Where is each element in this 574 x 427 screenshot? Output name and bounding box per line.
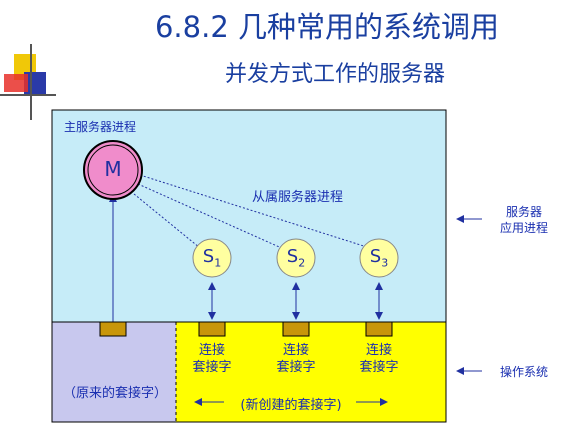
connection-socket-3-label: 连接 套接字 (359, 343, 399, 375)
connection-socket-2-label: 连接 套接字 (276, 343, 316, 375)
original-socket (99, 321, 127, 337)
new-socket-label: (新创建的套接字) (240, 398, 342, 413)
connection-socket-2 (282, 321, 310, 337)
connection-socket-1 (198, 321, 226, 337)
slave-node-3-label: S3 (369, 246, 389, 270)
connection-socket-3 (365, 321, 393, 337)
master-process-label: 主服务器进程 (64, 120, 137, 134)
os-side-label: 操作系统 (499, 365, 548, 379)
connection-socket-1-label: 连接 套接字 (192, 343, 232, 375)
original-socket-label: （原来的套接字） (62, 386, 167, 401)
slave-node-2-label: S2 (286, 246, 306, 270)
app-process-side-label: 服务器 应用进程 (499, 205, 548, 235)
master-node-label: M (104, 157, 122, 181)
slave-process-label: 从属服务器进程 (252, 190, 344, 205)
slave-node-1-label: S1 (202, 246, 222, 270)
